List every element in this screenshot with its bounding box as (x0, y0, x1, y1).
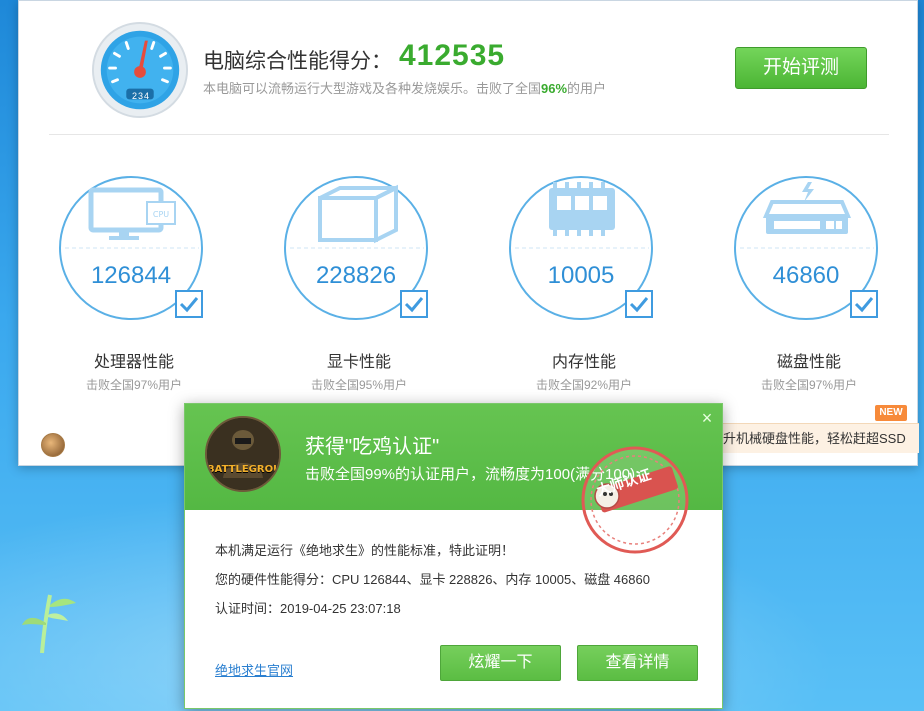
metric-value: 10005 (547, 262, 615, 289)
memory-chip-icon (549, 182, 615, 236)
pubg-official-site-link[interactable]: 绝地求生官网 (215, 660, 293, 679)
popup-title: 获得"吃鸡认证" (305, 436, 440, 458)
score-description-suffix: 的用户 (567, 81, 607, 96)
metric-sub: 击败全国95%用户 (310, 378, 408, 392)
checkbox-checked-icon (850, 290, 878, 318)
certification-popup: BATTLEGROUNDS 获得"吃鸡认证" 击败全国99%的认证用户，流畅度为… (184, 403, 723, 709)
pubg-avatar-icon[interactable] (41, 433, 65, 457)
gauge-reading: 234 (131, 91, 151, 101)
svg-text:CPU: CPU (153, 210, 169, 219)
metric-label: 磁盘性能 (776, 354, 841, 371)
close-icon[interactable]: × (697, 408, 717, 428)
bamboo-wallpaper-icon (22, 594, 76, 654)
new-badge: NEW (875, 405, 907, 421)
master-certification-stamp-icon (581, 446, 689, 554)
popup-body: 本机满足运行《绝地求生》的性能标准，特此证明！ 您的硬件性能得分：CPU 126… (215, 541, 650, 628)
checkbox-checked-icon (175, 290, 203, 318)
metric-label: 内存性能 (551, 354, 616, 371)
score-description: 本电脑可以流畅运行大型游戏及各种发烧娱乐。击败了全国96%的用户 (203, 78, 606, 97)
divider (49, 134, 889, 135)
monitor-cpu-icon: CPU (88, 187, 176, 240)
pubg-logo-text: BATTLEGROUNDS (207, 464, 281, 475)
metric-sub: 击败全国97%用户 (760, 378, 858, 392)
view-details-button[interactable]: 查看详情 (577, 645, 698, 681)
metric-value: 228826 (315, 262, 397, 289)
metric-value: 126844 (90, 262, 172, 289)
checkbox-checked-icon (400, 290, 428, 318)
pubg-logo-icon: BATTLEGROUNDS (205, 416, 281, 492)
soldier-icon (207, 418, 279, 490)
score-description-prefix: 本电脑可以流畅运行大型游戏及各种发烧娱乐。击败了全国 (203, 81, 542, 96)
graphics-card-icon (318, 184, 398, 244)
metric-sub: 击败全国97%用户 (85, 378, 183, 392)
certification-statement: 本机满足运行《绝地求生》的性能标准，特此证明！ (215, 543, 515, 558)
metric-value: 46860 (772, 262, 840, 289)
ssd-promo-link[interactable]: 升机械硬盘性能，轻松赶超SSD (719, 423, 919, 453)
metric-sub: 击败全国92%用户 (535, 378, 633, 392)
score-title: 电脑综合性能得分： (203, 50, 392, 73)
start-benchmark-button[interactable]: 开始评测 (735, 47, 867, 89)
hard-disk-icon (762, 182, 852, 234)
checkbox-checked-icon (625, 290, 653, 318)
metric-label: 显卡性能 (326, 354, 391, 371)
metric-label: 处理器性能 (93, 354, 174, 371)
certification-time: 认证时间：2019-04-25 23:07:18 (215, 601, 401, 616)
score-percent: 96% (541, 81, 568, 96)
share-button[interactable]: 炫耀一下 (440, 645, 561, 681)
speedometer-icon (91, 21, 189, 119)
performance-window: 234 电脑综合性能得分： 412535 本电脑可以流畅运行大型游戏及各种发烧娱… (18, 0, 919, 466)
hardware-score-line: 您的硬件性能得分：CPU 126844、显卡 228826、内存 10005、磁… (215, 572, 650, 587)
total-score: 412535 (399, 39, 506, 72)
